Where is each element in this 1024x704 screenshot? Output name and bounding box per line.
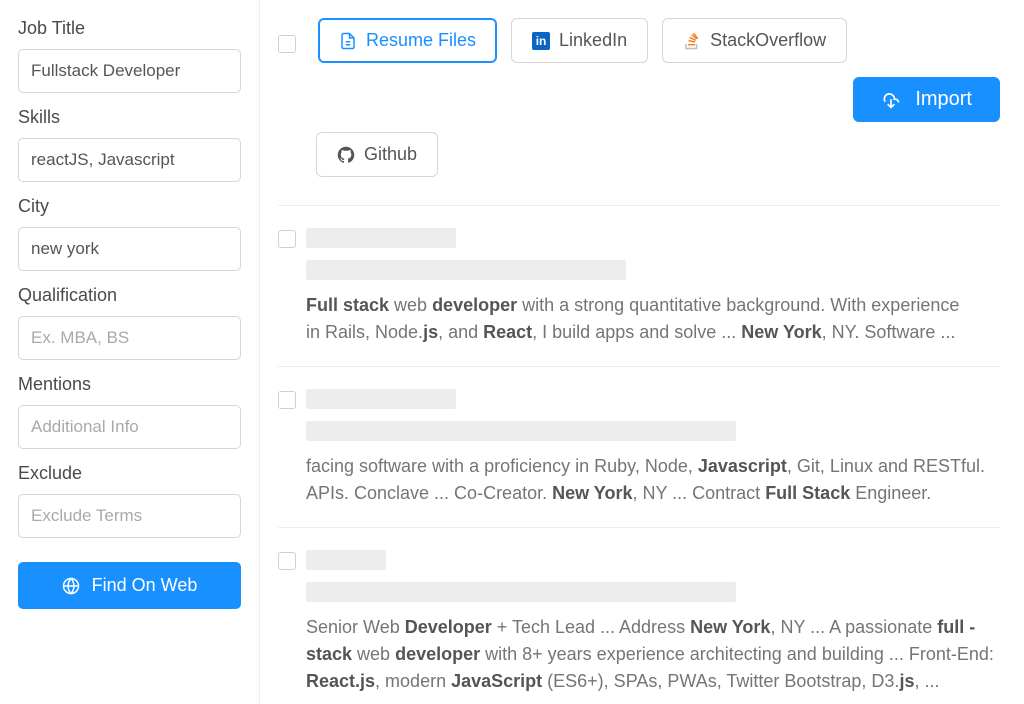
import-button[interactable]: Import	[853, 77, 1000, 122]
exclude-label: Exclude	[18, 463, 241, 484]
mentions-label: Mentions	[18, 374, 241, 395]
result-text: Full stack web developer with a strong q…	[306, 292, 1000, 346]
tab-stackoverflow[interactable]: StackOverflow	[662, 18, 847, 63]
result-checkbox[interactable]	[278, 391, 296, 409]
tab-github[interactable]: Github	[316, 132, 438, 177]
qualification-label: Qualification	[18, 285, 241, 306]
city-input[interactable]	[18, 227, 241, 271]
skeleton-title	[306, 389, 456, 409]
toolbar: Resume Files in LinkedIn StackOverflow I…	[278, 18, 1000, 206]
tab-resume-files[interactable]: Resume Files	[318, 18, 497, 63]
result-item: Senior Web Developer + Tech Lead ... Add…	[278, 528, 1000, 704]
result-text: facing software with a proficiency in Ru…	[306, 453, 1000, 507]
skeleton-title	[306, 228, 456, 248]
mentions-input[interactable]	[18, 405, 241, 449]
city-label: City	[18, 196, 241, 217]
find-on-web-button[interactable]: Find On Web	[18, 562, 241, 609]
select-all-checkbox[interactable]	[278, 35, 296, 53]
skills-input[interactable]	[18, 138, 241, 182]
cloud-import-icon	[881, 90, 901, 110]
skeleton-subtitle	[306, 421, 736, 441]
result-item: Full stack web developer with a strong q…	[278, 206, 1000, 367]
find-button-label: Find On Web	[92, 575, 198, 596]
result-body: Senior Web Developer + Tech Lead ... Add…	[306, 550, 1000, 695]
result-body: facing software with a proficiency in Ru…	[306, 389, 1000, 507]
job-title-label: Job Title	[18, 18, 241, 39]
globe-icon	[62, 577, 80, 595]
result-checkbox[interactable]	[278, 230, 296, 248]
skeleton-subtitle	[306, 582, 736, 602]
qualification-input[interactable]	[18, 316, 241, 360]
exclude-input[interactable]	[18, 494, 241, 538]
job-title-input[interactable]	[18, 49, 241, 93]
result-item: facing software with a proficiency in Ru…	[278, 367, 1000, 528]
main-content: Resume Files in LinkedIn StackOverflow I…	[260, 0, 1024, 704]
results-list: Full stack web developer with a strong q…	[278, 206, 1000, 704]
skeleton-subtitle	[306, 260, 626, 280]
linkedin-icon: in	[532, 32, 550, 50]
github-icon	[337, 146, 355, 164]
skeleton-title	[306, 550, 386, 570]
result-body: Full stack web developer with a strong q…	[306, 228, 1000, 346]
search-sidebar: Job Title Skills City Qualification Ment…	[0, 0, 260, 704]
result-text: Senior Web Developer + Tech Lead ... Add…	[306, 614, 1000, 695]
skills-label: Skills	[18, 107, 241, 128]
tab-linkedin[interactable]: in LinkedIn	[511, 18, 648, 63]
result-checkbox[interactable]	[278, 552, 296, 570]
stackoverflow-icon	[683, 32, 701, 50]
file-icon	[339, 32, 357, 50]
